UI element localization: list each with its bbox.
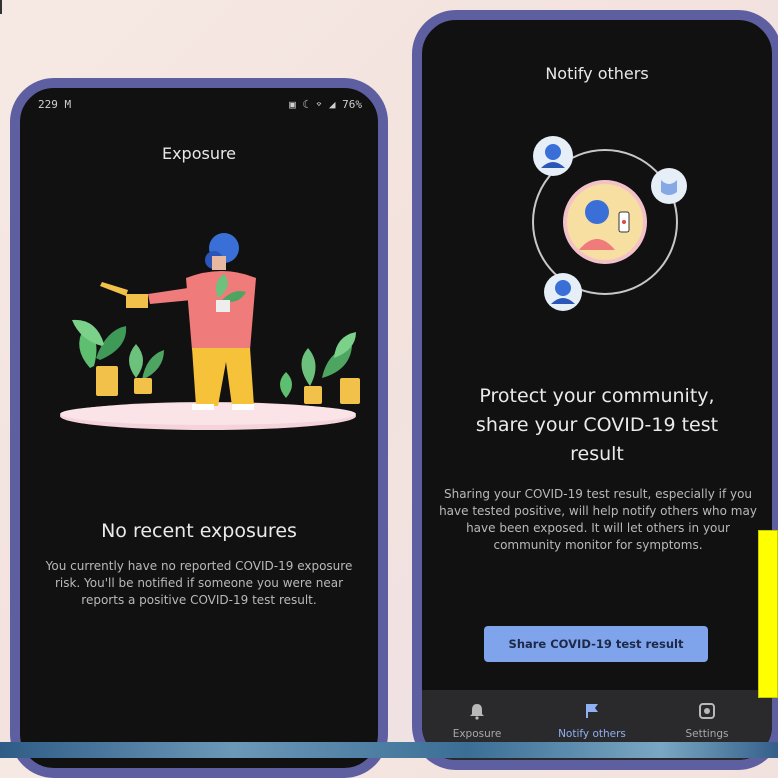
share-test-result-button[interactable]: Share COVID-19 test result [484, 626, 708, 662]
phone-notify-screen: Notify others Protect your community, sh… [412, 10, 778, 770]
gardening-illustration [60, 233, 360, 430]
status-icons: ▣ ☾ ⌔ ◢ 76% [289, 98, 362, 111]
community-illustration [532, 136, 687, 311]
flag-icon [586, 704, 598, 718]
bell-icon [470, 704, 484, 720]
phone-exposure-screen: 229 M ▣ ☾ ⌔ ◢ 76% Exposure No recent exp… [10, 78, 388, 778]
corner-mark [0, 0, 2, 14]
nav-item-notify-others[interactable]: Notify others [537, 702, 647, 740]
exposure-description: You currently have no reported COVID-19 … [45, 559, 353, 607]
nav-item-exposure[interactable]: Exposure [422, 702, 532, 740]
nav-label-notify-others: Notify others [558, 728, 626, 740]
status-time: 229 M [38, 98, 72, 111]
exposure-headline: No recent exposures [101, 520, 297, 542]
nav-item-settings[interactable]: Settings [652, 702, 762, 740]
nav-label-exposure: Exposure [452, 728, 502, 740]
highlight-card [758, 530, 778, 698]
status-bar: 229 M ▣ ☾ ⌔ ◢ 76% [20, 96, 378, 112]
notify-description: Sharing your COVID-19 test result, espec… [439, 487, 757, 552]
screen-title: Exposure [161, 144, 237, 163]
bottom-strip [0, 742, 778, 758]
screen-title: Notify others [545, 64, 649, 83]
nav-label-settings: Settings [685, 728, 729, 740]
settings-icon [699, 703, 715, 719]
notify-headline: Protect your community, share your COVID… [475, 385, 719, 465]
